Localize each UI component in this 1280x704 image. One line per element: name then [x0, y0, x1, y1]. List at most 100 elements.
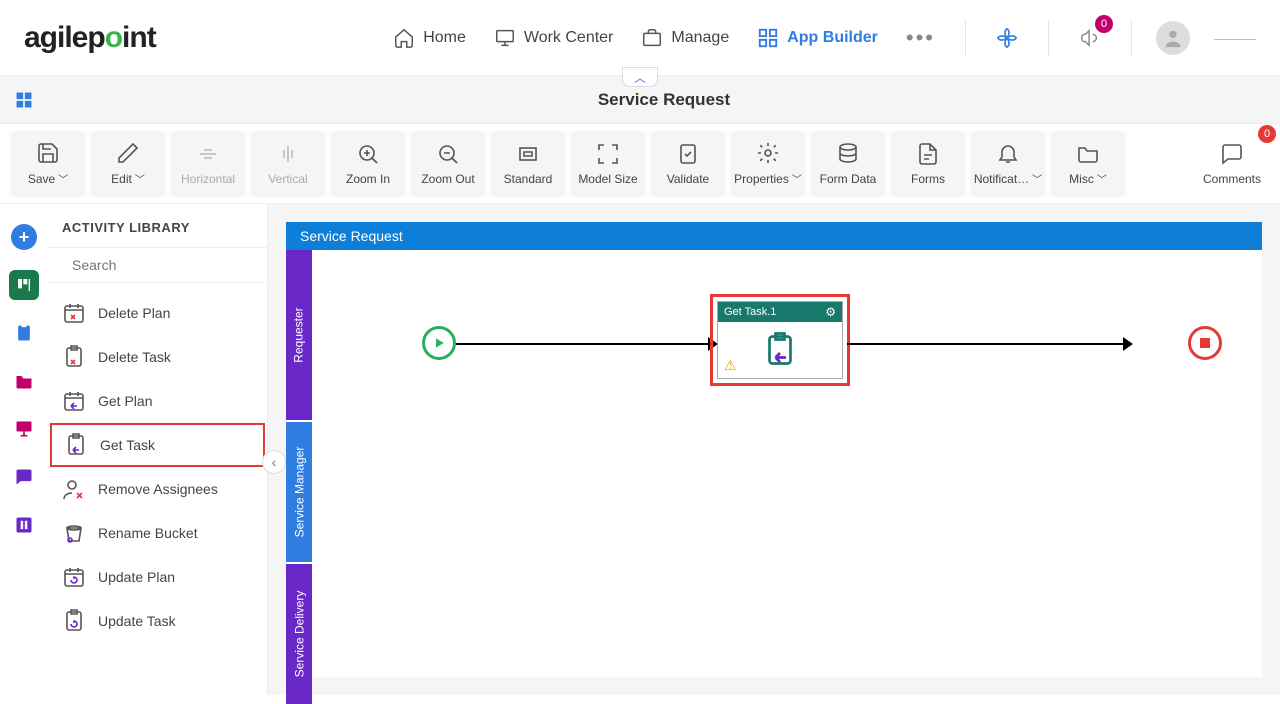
zoom-in-label: Zoom In	[346, 172, 390, 186]
start-node[interactable]	[422, 326, 456, 360]
forms-label: Forms	[911, 172, 945, 186]
chevron-up-icon: ︿	[634, 69, 646, 86]
chevron-down-icon: ﹀	[792, 171, 802, 186]
play-icon	[432, 336, 446, 350]
lib-item-get-plan[interactable]: Get Plan	[48, 379, 267, 423]
task-x-icon	[62, 345, 86, 369]
validate-button[interactable]: Validate	[650, 131, 726, 197]
gear-icon[interactable]: ⚙	[825, 305, 836, 319]
lib-item-get-task[interactable]: Get Task	[50, 423, 265, 467]
pinwheel-button[interactable]	[990, 21, 1024, 55]
expand-header-handle[interactable]: ︿	[622, 67, 658, 87]
bucket-icon	[62, 521, 86, 545]
arrow-head-icon	[1123, 337, 1133, 351]
swimlane-service-manager[interactable]: Service Manager	[286, 422, 312, 562]
zoom-out-label: Zoom Out	[421, 172, 474, 186]
briefcase-icon	[641, 27, 663, 49]
lib-item-rename-bucket[interactable]: Rename Bucket	[48, 511, 267, 555]
divider	[1131, 20, 1132, 56]
chevron-down-icon: ﹀	[1032, 171, 1042, 186]
zoom-standard-button[interactable]: Standard	[490, 131, 566, 197]
nav-app-builder[interactable]: App Builder	[757, 27, 878, 49]
swimlane-label: Requester	[292, 307, 306, 362]
fit-standard-icon	[516, 142, 540, 166]
collapse-panel-handle[interactable]: ‹	[262, 450, 286, 474]
monitor-icon	[494, 27, 516, 49]
nav-manage-label: Manage	[671, 29, 729, 47]
task-refresh-icon	[62, 609, 86, 633]
canvas-title: Service Request	[286, 222, 1262, 250]
nav-work-center[interactable]: Work Center	[494, 27, 614, 49]
standard-label: Standard	[504, 172, 553, 186]
save-icon	[36, 141, 60, 165]
apps-menu-button[interactable]	[0, 90, 48, 110]
save-button[interactable]: Save﹀	[10, 131, 86, 197]
announcements-button[interactable]: 0	[1073, 21, 1107, 55]
comments-button[interactable]: 0 Comments	[1194, 131, 1270, 197]
align-vertical-button[interactable]: Vertical	[250, 131, 326, 197]
rail-chat-button[interactable]	[9, 462, 39, 492]
nav-home[interactable]: Home	[393, 27, 466, 49]
lib-item-remove-assignees[interactable]: Remove Assignees	[48, 467, 267, 511]
lib-item-label: Rename Bucket	[98, 525, 198, 541]
planner-icon	[16, 277, 32, 293]
zoom-model-size-button[interactable]: Model Size	[570, 131, 646, 197]
rail-clipboard-button[interactable]	[9, 318, 39, 348]
chevron-down-icon: ﹀	[1097, 171, 1107, 186]
zoom-in-button[interactable]: Zoom In	[330, 131, 406, 197]
lib-item-delete-plan[interactable]: Delete Plan	[48, 291, 267, 335]
lib-item-label: Remove Assignees	[98, 481, 218, 497]
zoom-out-button[interactable]: Zoom Out	[410, 131, 486, 197]
end-node[interactable]	[1188, 326, 1222, 360]
swimlane-service-delivery[interactable]: Service Delivery	[286, 564, 312, 704]
apps-grid-icon	[14, 90, 34, 110]
properties-label: Properties	[734, 172, 789, 186]
notifications-label: Notificat…	[974, 172, 1029, 186]
nav-more[interactable]: •••	[906, 25, 935, 51]
panel-title: ACTIVITY LIBRARY	[48, 204, 267, 248]
lib-item-delete-task[interactable]: Delete Task	[48, 335, 267, 379]
grid-icon	[757, 27, 779, 49]
document-icon	[916, 142, 940, 166]
calendar-x-icon	[62, 301, 86, 325]
lib-item-update-task[interactable]: Update Task	[48, 599, 267, 643]
rail-presentation-button[interactable]	[9, 414, 39, 444]
warning-icon: ⚠	[724, 357, 737, 374]
user-x-icon	[62, 477, 86, 501]
rail-folder-button[interactable]	[9, 366, 39, 396]
chat-icon	[14, 467, 34, 487]
gear-icon	[756, 141, 780, 165]
search-input[interactable]	[72, 257, 253, 273]
rail-pause-button[interactable]	[9, 510, 39, 540]
chevron-down-icon: ﹀	[58, 171, 68, 186]
swimlane-label: Service Manager	[292, 447, 306, 538]
align-h-label: Horizontal	[181, 172, 235, 186]
rail-add-button[interactable]: +	[9, 222, 39, 252]
properties-button[interactable]: Properties﹀	[730, 131, 806, 197]
forms-button[interactable]: Forms	[890, 131, 966, 197]
user-avatar[interactable]	[1156, 21, 1190, 55]
connector-line	[456, 343, 710, 345]
calendar-refresh-icon	[62, 565, 86, 589]
notifications-button[interactable]: Notificat…﹀	[970, 131, 1046, 197]
rail-planner-button[interactable]	[9, 270, 39, 300]
edit-button[interactable]: Edit﹀	[90, 131, 166, 197]
edit-label: Edit	[111, 172, 132, 186]
swimlane-requester[interactable]: Requester	[286, 250, 312, 420]
lib-item-update-plan[interactable]: Update Plan	[48, 555, 267, 599]
task-arrow-icon	[64, 433, 88, 457]
pause-square-icon	[14, 515, 34, 535]
home-icon	[393, 27, 415, 49]
nav-manage[interactable]: Manage	[641, 27, 729, 49]
form-data-button[interactable]: Form Data	[810, 131, 886, 197]
fit-model-icon	[596, 142, 620, 166]
zoom-out-icon	[436, 142, 460, 166]
comments-badge: 0	[1258, 125, 1276, 143]
database-icon	[836, 142, 860, 166]
nav-home-label: Home	[423, 29, 466, 47]
lib-item-label: Get Task	[100, 437, 155, 453]
bell-icon	[996, 141, 1020, 165]
misc-button[interactable]: Misc﹀	[1050, 131, 1126, 197]
align-horizontal-button[interactable]: Horizontal	[170, 131, 246, 197]
task-node-get-task[interactable]: Get Task.1 ⚙ ⚠	[710, 294, 850, 386]
